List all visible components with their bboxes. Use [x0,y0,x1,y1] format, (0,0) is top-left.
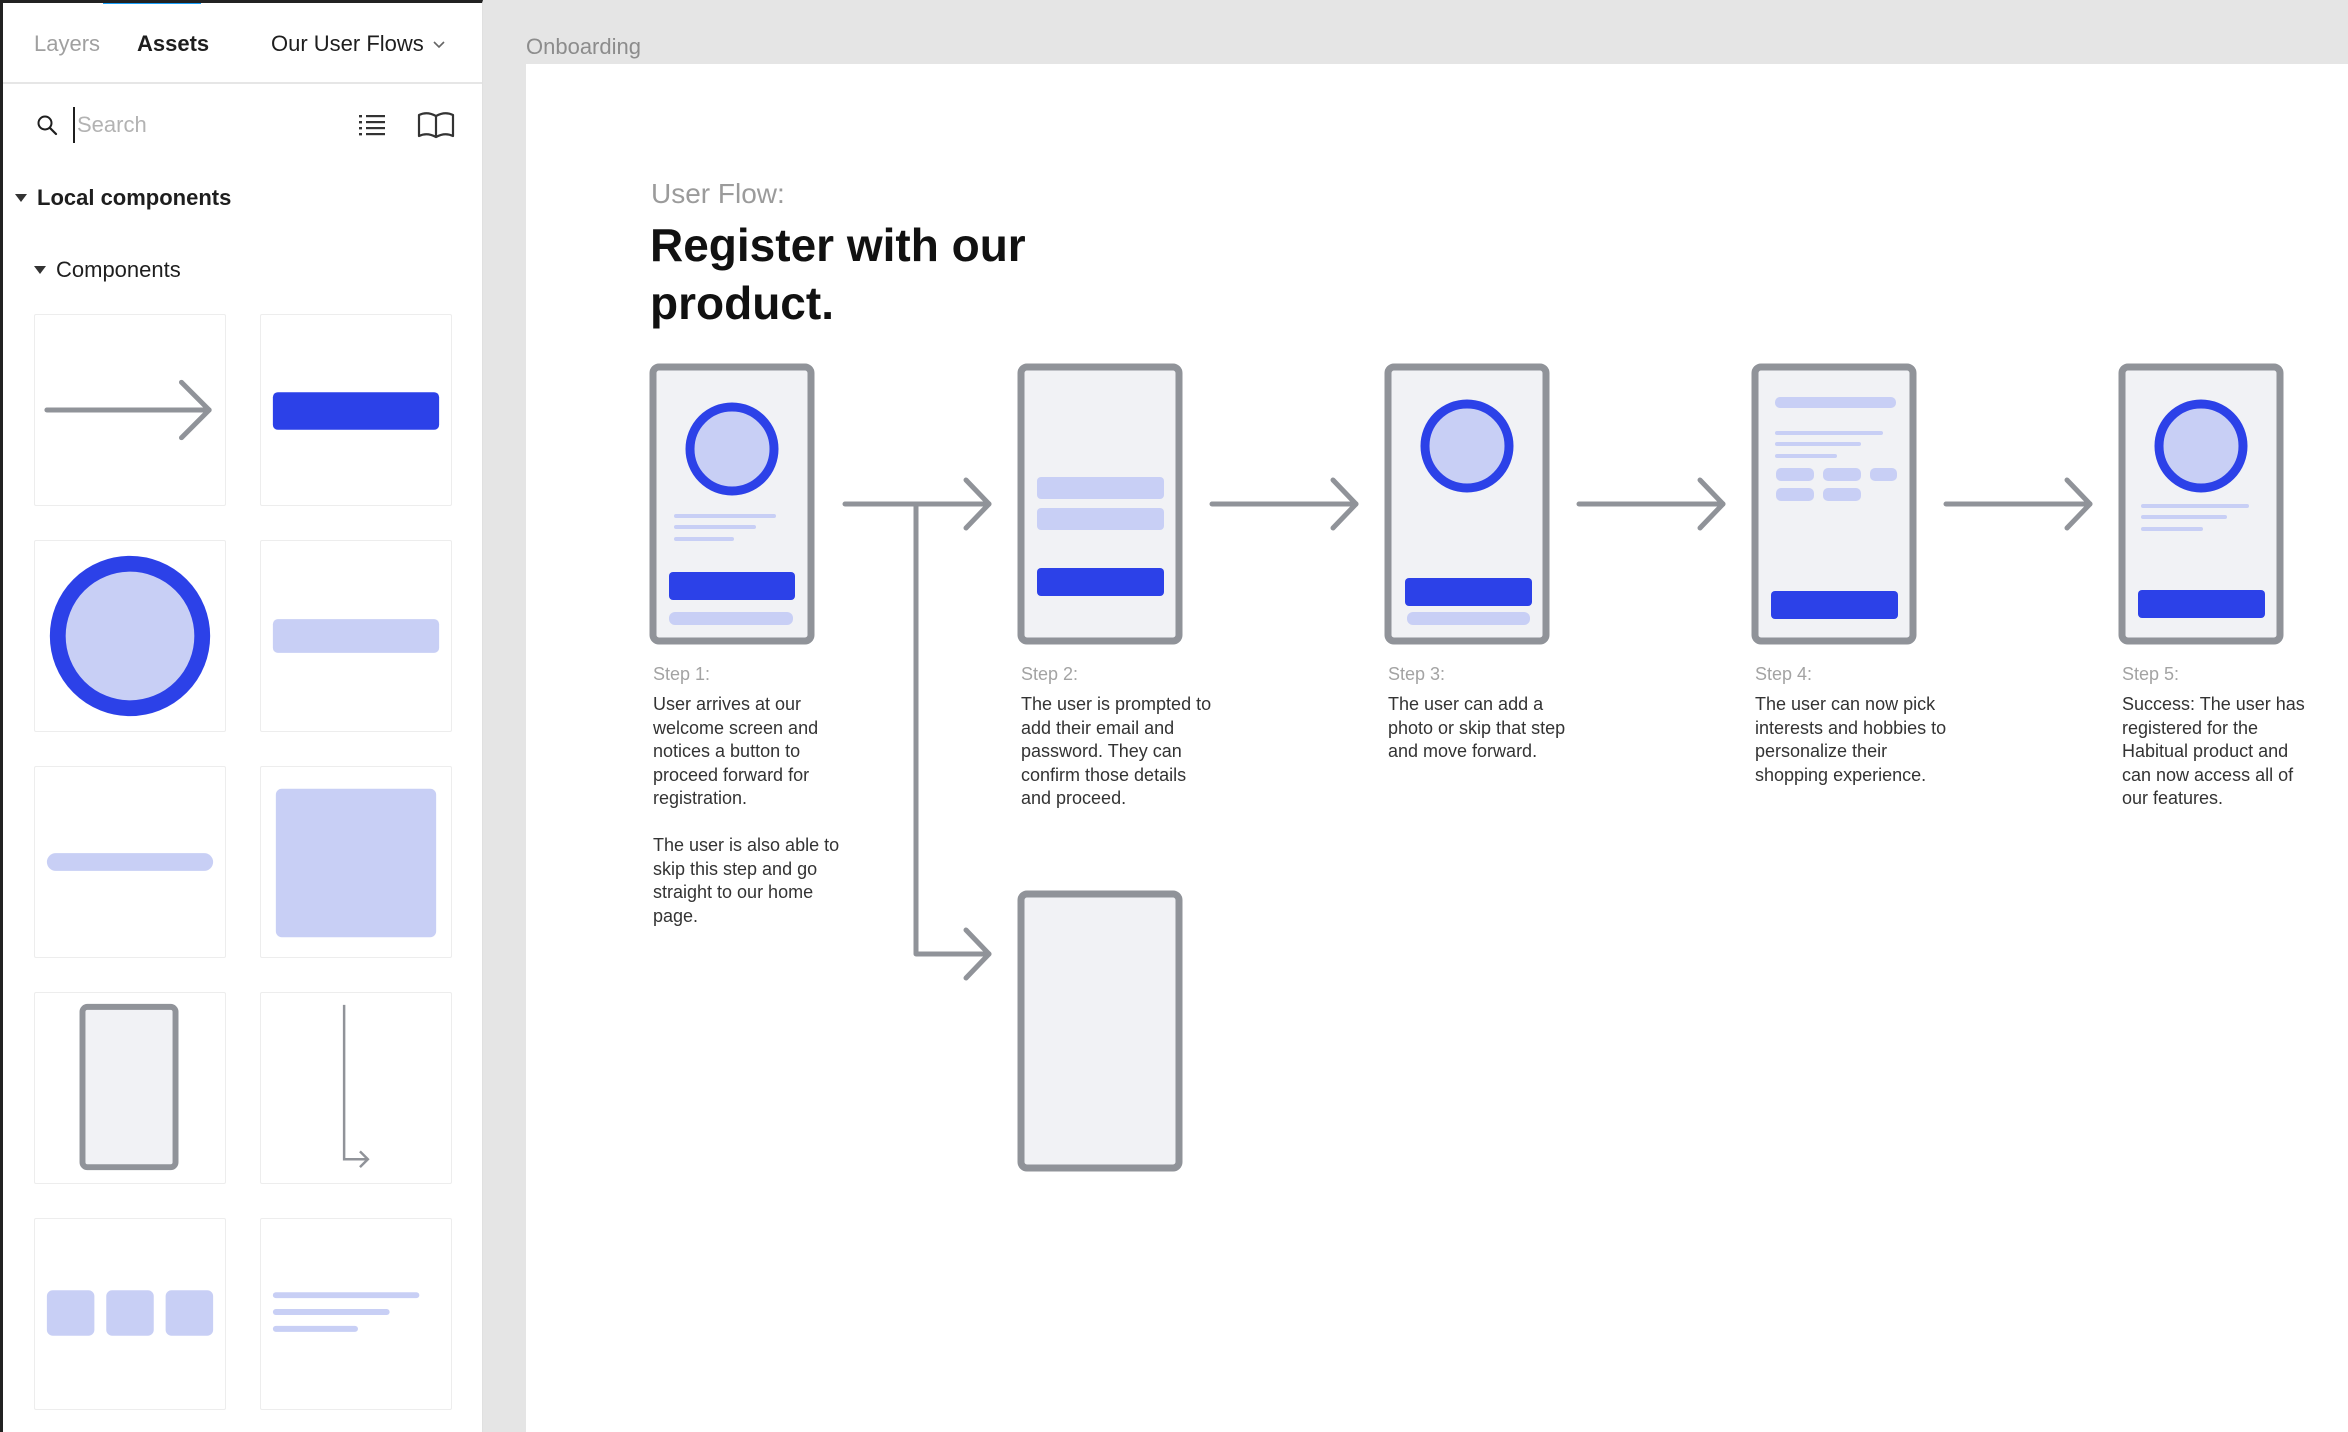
search-icon [37,115,58,136]
step-description: User arrives at our welcome screen and n… [653,694,840,926]
asset-secondary-button[interactable] [260,540,452,732]
search-row [3,99,482,151]
asset-avatar-circle[interactable] [34,540,226,732]
chip-group-preview [46,1290,214,1336]
components-group-toggle[interactable]: Components [34,257,181,283]
library-book-icon[interactable] [416,109,456,141]
tab-assets[interactable]: Assets [137,31,209,57]
phone-screen-step-5[interactable] [2118,363,2284,645]
onboarding-frame[interactable]: User Flow: Register with our product. St… [526,64,2348,1432]
phone-screen-step-1[interactable] [649,363,815,645]
connector-line-icon [342,1004,370,1169]
step-description: The user can now pick interests and hobb… [1755,694,1952,785]
text-bar-preview [46,853,214,871]
step-description: Success: The user has registered for the… [2122,694,2310,808]
assets-panel: Layers Assets Our User Flows Search Loca… [0,0,483,1432]
arrow-right-icon [1943,477,2093,531]
primary-button-preview [272,392,440,430]
asset-text-bar[interactable] [34,766,226,958]
list-view-icon[interactable] [356,109,388,141]
panel-tabs: Layers Assets Our User Flows [3,3,482,84]
asset-primary-button[interactable] [260,314,452,506]
secondary-button-preview [272,619,440,653]
arrow-right-icon [44,379,212,441]
arrow-right-icon [1209,477,1359,531]
caret-down-icon [15,194,27,202]
step-label: Step 5: [2122,664,2180,684]
search-input[interactable] [73,107,323,143]
chevron-down-icon [433,41,445,49]
arrow-right-icon [1576,477,1726,531]
phone-screen-home[interactable] [1017,890,1183,1172]
frame-label[interactable]: Onboarding [526,34,641,60]
local-components-label: Local components [37,185,232,210]
asset-chip-group[interactable] [34,1218,226,1410]
asset-arrow-right[interactable] [34,314,226,506]
page-switcher-label: Our User Flows [271,31,424,56]
step-label: Step 3: [1388,664,1446,684]
step-description: The user can add a photo or skip that st… [1388,694,1571,761]
asset-image-placeholder[interactable] [260,766,452,958]
step-label: Step 1: [653,664,711,684]
phone-screen-step-2[interactable] [1017,363,1183,645]
caret-down-icon [34,266,46,274]
design-canvas[interactable]: Onboarding User Flow: Register with our … [484,0,2348,1432]
step-label: Step 2: [1021,664,1079,684]
image-placeholder-preview [275,788,437,938]
asset-connector-line[interactable] [260,992,452,1184]
components-group-label: Components [56,257,181,282]
avatar-circle-preview [49,555,211,717]
asset-text-lines[interactable] [260,1218,452,1410]
page-switcher[interactable]: Our User Flows [271,31,446,57]
step-label: Step 4: [1755,664,1813,684]
step-description: The user is prompted to add their email … [1021,694,1217,808]
active-tab-indicator [103,3,201,4]
text-lines-preview [272,1292,420,1332]
phone-frame-preview [79,1003,179,1171]
local-components-toggle[interactable]: Local components [15,185,231,211]
connector-down-arrow [913,501,992,981]
phone-screen-step-4[interactable] [1751,363,1917,645]
asset-phone-frame[interactable] [34,992,226,1184]
tab-layers[interactable]: Layers [34,31,100,57]
phone-screen-step-3[interactable] [1384,363,1550,645]
